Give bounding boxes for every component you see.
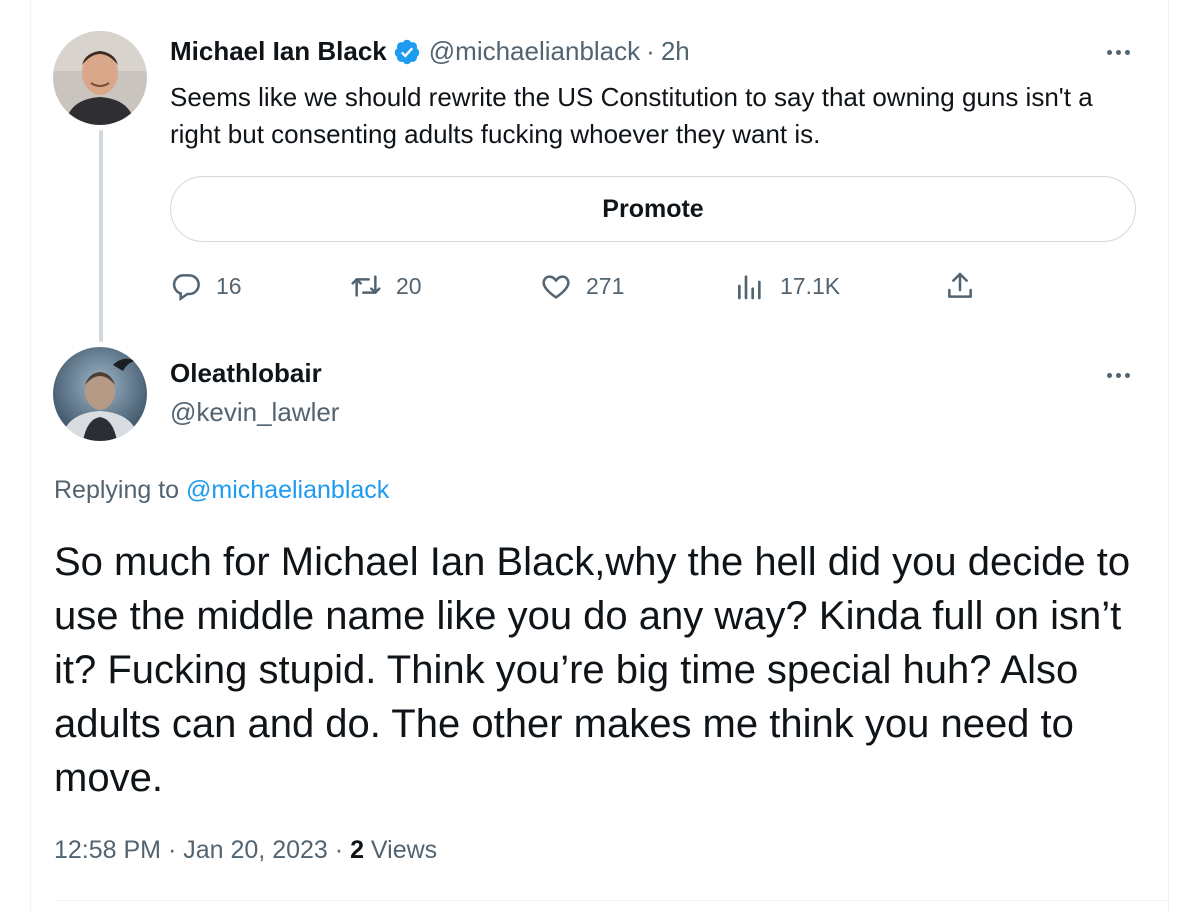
tweet-time[interactable]: 2h [661,36,690,67]
replying-to-label: Replying to [54,476,180,504]
reply-author-avatar[interactable] [53,347,147,441]
promote-button[interactable]: Promote [170,176,1136,242]
author-avatar[interactable] [53,31,147,125]
views-action[interactable]: 17.1K [734,270,840,302]
meta-separator-2: · [334,836,344,864]
author-name[interactable]: Michael Ian Black [170,36,387,67]
reply-icon [172,274,200,302]
views-icon [738,275,761,300]
share-action[interactable] [944,270,976,302]
like-icon [542,275,570,299]
views-count: 17.1K [780,272,841,299]
replying-to-mention[interactable]: @michaelianblack [186,476,389,504]
meta-separator: · [167,836,177,864]
retweet-action[interactable]: 20 [350,270,422,302]
reply-time[interactable]: 12:58 PM [54,836,161,864]
reply-text: So much for Michael Ian Black,why the he… [54,540,1131,800]
reply-meta: 12:58 PM · Jan 20, 2023 · 2 Views [54,836,437,865]
retweet-icon [351,275,381,297]
verified-badge-icon [393,38,421,66]
tweet-header: Michael Ian Black @michaelianblack · 2h [170,36,690,67]
tweet-text: Seems like we should rewrite the US Cons… [170,82,1093,149]
reply-author-handle[interactable]: @kevin_lawler [170,397,339,428]
header-separator: · [646,36,655,66]
reply-date[interactable]: Jan 20, 2023 [183,836,328,864]
reply-views-count: 2 [350,836,364,864]
divider [54,900,1168,901]
like-action[interactable]: 271 [540,270,624,302]
retweet-count: 20 [396,272,422,299]
frame-border-left [30,0,31,912]
reply-views-label: Views [370,836,438,864]
reply-more-icon[interactable] [1098,367,1138,383]
replying-to: Replying to @michaelianblack [54,476,389,505]
frame-border-right [1168,0,1169,912]
share-icon [948,272,972,298]
reply-author-name[interactable]: Oleathlobair [170,358,322,389]
reply-action[interactable]: 16 [170,270,242,302]
author-handle[interactable]: @michaelianblack [429,36,640,67]
reply-count: 16 [216,272,242,299]
more-icon[interactable] [1098,44,1138,60]
like-count: 271 [586,272,625,299]
thread-connector [99,130,103,342]
